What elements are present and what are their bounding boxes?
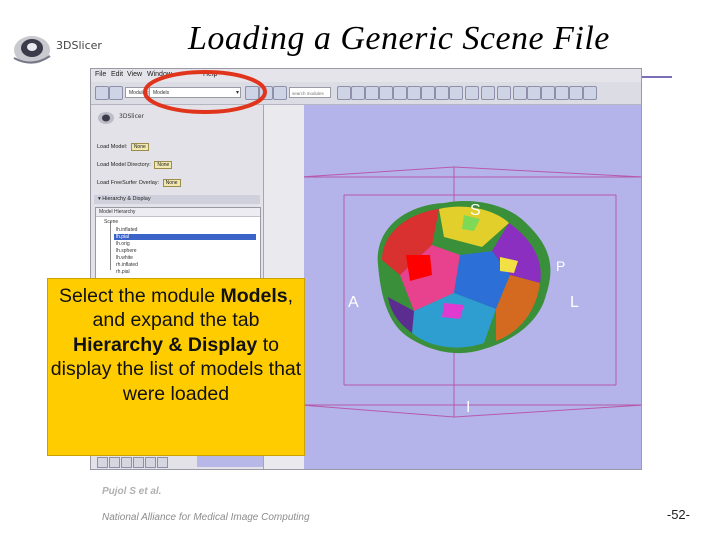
logo-text: 3DSlicer (56, 39, 102, 52)
layout-icon[interactable] (435, 86, 449, 100)
tree-header: Model Hierarchy (96, 208, 260, 217)
axis-label-posterior: P (556, 258, 565, 274)
load-freesurfer-label: Load FreeSurfer Overlay: (97, 180, 160, 186)
data-module-icon[interactable] (351, 86, 365, 100)
footer-author: Pujol S et al. (102, 486, 162, 497)
visibility-toggle-icon[interactable] (97, 457, 108, 468)
axis-label-left: L (570, 294, 579, 311)
page-number: -52- (666, 507, 690, 522)
fiducials-module-icon[interactable] (393, 86, 407, 100)
tree-item[interactable]: lh.white (116, 255, 133, 261)
tree-item[interactable]: lh.sphere (116, 248, 137, 254)
load-model-label: Load Model: (97, 144, 128, 150)
layout-red-icon[interactable] (583, 86, 597, 100)
transform-pick-icon[interactable] (497, 86, 511, 100)
module-search-input[interactable]: search modules (289, 87, 331, 98)
undo-icon[interactable] (465, 86, 479, 100)
panel-bottom-buttons (95, 457, 259, 468)
history-icon[interactable] (273, 86, 287, 100)
settings-icon[interactable] (157, 457, 168, 468)
layout-conventional-icon[interactable] (555, 86, 569, 100)
models-module-icon[interactable] (379, 86, 393, 100)
tree-item[interactable]: lh.inflated (116, 227, 137, 233)
layout-3d-icon[interactable] (541, 86, 555, 100)
screenshot-icon[interactable] (527, 86, 541, 100)
callout-bold-hierarchy: Hierarchy & Display (73, 333, 258, 356)
editor-module-icon[interactable] (407, 86, 421, 100)
hierarchy-display-title: Hierarchy & Display (102, 196, 151, 202)
load-freesurfer-button[interactable]: None (162, 179, 181, 187)
tree-root-scene[interactable]: Scene (104, 219, 118, 225)
axis-label-anterior: A (348, 294, 359, 311)
save-icon[interactable] (109, 86, 123, 100)
zoom-icon[interactable] (337, 86, 351, 100)
load-model-dir-row: Load Model Directory: None (97, 161, 173, 169)
delete-icon[interactable] (145, 457, 156, 468)
footer-organization: National Alliance for Medical Image Comp… (102, 512, 310, 523)
tree-item[interactable]: lh.orig (116, 241, 130, 247)
3d-viewer[interactable]: S I A L P (300, 105, 641, 469)
slicer-logo-icon (13, 36, 51, 64)
callout-text-1: Select the module (58, 285, 221, 307)
color-icon[interactable] (109, 457, 120, 468)
3d-scene: S I A L P (300, 166, 641, 418)
menu-file[interactable]: File (95, 71, 106, 78)
tree-branch-line (110, 222, 111, 270)
axis-label-inferior: I (466, 399, 470, 416)
load-freesurfer-row: Load FreeSurfer Overlay: None (97, 179, 181, 187)
slicer-logo: 3DSlicer (10, 28, 130, 68)
tree-item[interactable]: rh.pial (116, 269, 130, 275)
load-model-row: Load Model: None (97, 143, 149, 151)
redo-icon[interactable] (481, 86, 495, 100)
load-data-icon[interactable] (95, 86, 109, 100)
menu-edit[interactable]: Edit (111, 71, 123, 78)
tree-item-selected[interactable]: lh.pial (114, 234, 256, 240)
axis-label-superior: S (470, 202, 481, 219)
highlight-ellipse (143, 70, 267, 114)
clip-icon[interactable] (133, 457, 144, 468)
transforms-module-icon[interactable] (421, 86, 435, 100)
instruction-callout: Select the module Models, and expand the… (47, 278, 305, 456)
volumes-module-icon[interactable] (365, 86, 379, 100)
load-model-button[interactable]: None (130, 143, 149, 151)
tree-item[interactable]: rh.inflated (116, 262, 138, 268)
load-model-dir-button[interactable]: None (154, 161, 173, 169)
brain-model (377, 201, 551, 354)
callout-bold-models: Models (220, 285, 288, 307)
slide-title: Loading a Generic Scene File (188, 20, 610, 57)
layout-fourup-icon[interactable] (569, 86, 583, 100)
panel-logo-icon (98, 112, 114, 124)
crosshair-icon[interactable] (513, 86, 527, 100)
load-model-dir-label: Load Model Directory: (97, 162, 151, 168)
hierarchy-display-tab[interactable]: ▾ Hierarchy & Display (94, 195, 260, 204)
opacity-icon[interactable] (121, 457, 132, 468)
camera-icon[interactable] (449, 86, 463, 100)
